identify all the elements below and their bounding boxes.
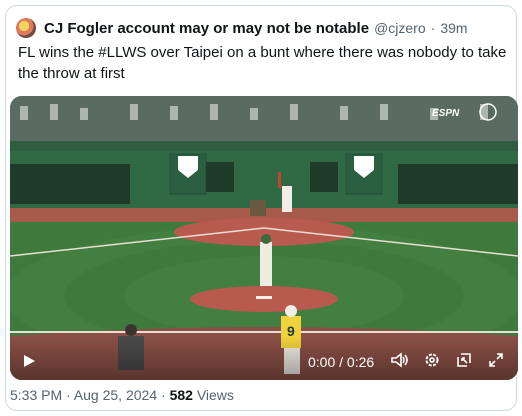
- video-frame: ESPN 9: [10, 96, 518, 380]
- separator-dot: ·: [161, 387, 166, 403]
- fullscreen-icon[interactable]: [488, 352, 504, 368]
- batter-figure: [282, 186, 292, 212]
- author-name[interactable]: CJ Fogler account may or may not be nota…: [44, 20, 369, 37]
- play-icon[interactable]: [22, 354, 36, 368]
- fielder-figure: [260, 242, 272, 286]
- views-count: 582: [169, 387, 193, 403]
- avatar[interactable]: [16, 18, 36, 38]
- bat: [278, 172, 281, 188]
- views-label: Views: [196, 387, 234, 403]
- catcher-figure: [250, 200, 266, 216]
- separator-dot: ·: [430, 20, 436, 36]
- video-player[interactable]: ESPN 9 0:00 / 0:26: [10, 96, 518, 380]
- tweet-time[interactable]: 39m: [440, 20, 467, 36]
- picture-in-picture-icon[interactable]: [456, 352, 472, 368]
- video-time: 0:00 / 0:26: [308, 354, 375, 370]
- tweet-header: CJ Fogler account may or may not be nota…: [16, 18, 468, 38]
- tweet-footer: 5:33 PM · Aug 25, 2024 · 582 Views: [10, 387, 234, 403]
- tweet-text: FL wins the #LLWS over Taipei on a bunt …: [18, 44, 507, 82]
- tweet-card[interactable]: CJ Fogler account may or may not be nota…: [5, 5, 518, 411]
- author-handle[interactable]: @cjzero: [374, 20, 426, 36]
- espn-logo: ESPN: [432, 108, 460, 119]
- tweet-timestamp[interactable]: 5:33 PM · Aug 25, 2024: [10, 387, 157, 403]
- settings-icon[interactable]: [424, 352, 440, 368]
- volume-icon[interactable]: [391, 352, 409, 368]
